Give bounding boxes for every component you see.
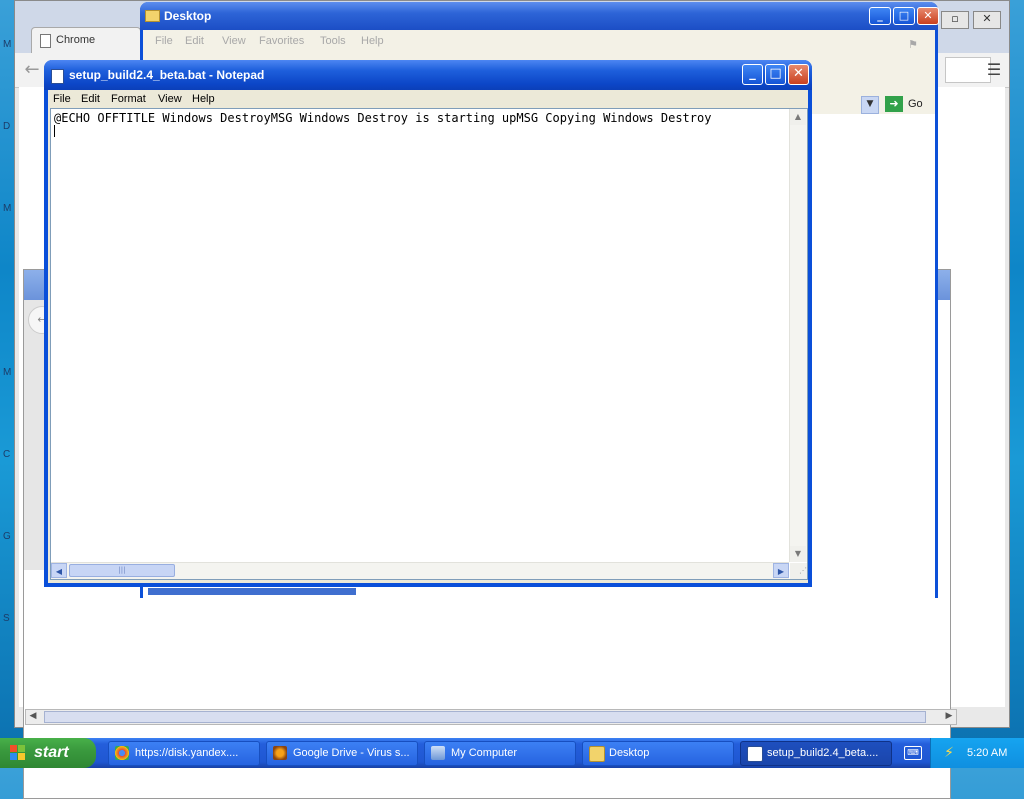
desktop-letter: C — [3, 449, 11, 460]
menu-file[interactable]: File — [53, 93, 71, 105]
notepad-icon — [747, 746, 763, 762]
desktop-letter: S — [3, 613, 10, 624]
notepad-title: setup_build2.4_beta.bat - Notepad — [69, 68, 265, 82]
explorer-minimize-button[interactable]: _ — [869, 7, 891, 25]
go-arrow-icon[interactable]: ➜ — [885, 96, 903, 112]
chrome-horizontal-scrollbar[interactable]: ◀ ▶ — [25, 709, 957, 725]
scroll-down-icon[interactable]: ▼ — [790, 546, 806, 562]
taskbar-button-notepad[interactable]: setup_build2.4_beta.... — [740, 741, 892, 766]
taskbar-button-desktop[interactable]: Desktop — [582, 741, 734, 766]
menu-favorites[interactable]: Favorites — [259, 35, 304, 47]
menu-tools[interactable]: Tools — [320, 35, 346, 47]
scroll-up-icon[interactable]: ▲ — [790, 109, 806, 125]
taskbar-button-google-drive[interactable]: Google Drive - Virus s... — [266, 741, 418, 766]
system-tray: ⚡ 5:20 AM — [930, 738, 1024, 768]
scrollbar-thumb[interactable] — [44, 711, 926, 723]
explorer-title: Desktop — [164, 9, 212, 23]
chrome-icon — [115, 746, 129, 760]
start-label: start — [34, 744, 69, 761]
notepad-menubar: File Edit Format View Help — [48, 90, 808, 110]
chrome-tab-label: Chrome — [56, 34, 96, 46]
scroll-right-icon[interactable]: ▶ — [942, 710, 956, 722]
back-arrow-icon[interactable]: ← — [21, 59, 43, 81]
inner-page-sidebar — [24, 300, 44, 570]
explorer-scrollbar-thumb[interactable] — [148, 588, 356, 595]
scrollbar-thumb[interactable]: ||| — [69, 564, 175, 577]
task-label: Desktop — [609, 747, 650, 759]
menu-edit[interactable]: Edit — [81, 93, 100, 105]
start-button[interactable]: start — [0, 738, 96, 768]
desktop-letter: M — [3, 367, 12, 378]
network-icon[interactable]: ⚡ — [941, 745, 957, 761]
explorer-maximize-button[interactable]: □ — [893, 7, 915, 25]
notepad-close-button[interactable]: ✕ — [788, 64, 809, 85]
explorer-menubar: File Edit View Favorites Tools Help ⚑ — [143, 30, 935, 55]
hamburger-menu-icon[interactable]: ☰ — [985, 61, 1003, 79]
menu-view[interactable]: View — [158, 93, 182, 105]
resize-grip-icon[interactable]: ⋰ — [790, 563, 807, 579]
address-dropdown-icon[interactable]: ▼ — [861, 96, 879, 114]
task-label: My Computer — [451, 747, 518, 759]
menu-view[interactable]: View — [222, 35, 246, 47]
notepad-titlebar[interactable]: setup_build2.4_beta.bat - Notepad — [44, 60, 812, 90]
text-caret — [54, 125, 55, 137]
scroll-right-icon[interactable]: ▶ — [773, 563, 789, 578]
folder-icon — [589, 746, 605, 762]
menu-file[interactable]: File — [155, 35, 173, 47]
task-label: Google Drive - Virus s... — [293, 747, 410, 759]
task-label: https://disk.yandex.... — [135, 747, 239, 759]
windows-logo-icon: ⚑ — [908, 39, 918, 51]
desktop-letter: G — [3, 531, 11, 542]
windows-flag-icon — [10, 745, 26, 761]
menu-help[interactable]: Help — [361, 35, 384, 47]
notepad-maximize-button[interactable]: □ — [765, 64, 786, 85]
desktop-letter: D — [3, 121, 11, 132]
my-computer-icon — [431, 746, 445, 760]
menu-help[interactable]: Help — [192, 93, 215, 105]
scroll-left-icon[interactable]: ◀ — [51, 563, 67, 578]
explorer-titlebar[interactable]: Desktop — [140, 2, 938, 30]
page-icon — [40, 34, 51, 48]
chrome-tab[interactable]: Chrome — [31, 27, 141, 53]
taskbar-button-my-computer[interactable]: My Computer — [424, 741, 576, 766]
clock[interactable]: 5:20 AM — [967, 738, 1007, 768]
taskbar-button-yandex[interactable]: https://disk.yandex.... — [108, 741, 260, 766]
folder-icon — [145, 10, 160, 22]
keyboard-icon[interactable]: ⌨ — [904, 746, 922, 760]
go-button[interactable]: Go — [908, 98, 923, 110]
notepad-minimize-button[interactable]: _ — [742, 64, 763, 85]
notepad-window: setup_build2.4_beta.bat - Notepad _ □ ✕ … — [44, 60, 812, 587]
desktop-letter: M — [3, 39, 12, 50]
notepad-text-area[interactable]: @ECHO OFFTITLE Windows DestroyMSG Window… — [50, 108, 808, 580]
menu-edit[interactable]: Edit — [185, 35, 204, 47]
notepad-horizontal-scrollbar[interactable]: ◀ ||| ▶ — [51, 562, 789, 579]
notepad-vertical-scrollbar[interactable]: ▲ ▼ — [789, 109, 807, 562]
notepad-content: @ECHO OFFTITLE Windows DestroyMSG Window… — [54, 111, 712, 125]
desktop-letter: M — [3, 203, 12, 214]
taskbar: start https://disk.yandex.... Google Dri… — [0, 738, 1024, 768]
chrome-close-button[interactable]: ✕ — [973, 11, 1001, 29]
task-label: setup_build2.4_beta.... — [767, 747, 879, 759]
explorer-close-button[interactable]: ✕ — [917, 7, 939, 25]
chrome-restore-button[interactable]: ▫ — [941, 11, 969, 29]
notepad-icon — [51, 69, 64, 84]
firefox-icon — [273, 746, 287, 760]
menu-format[interactable]: Format — [111, 93, 146, 105]
scroll-left-icon[interactable]: ◀ — [26, 710, 40, 722]
